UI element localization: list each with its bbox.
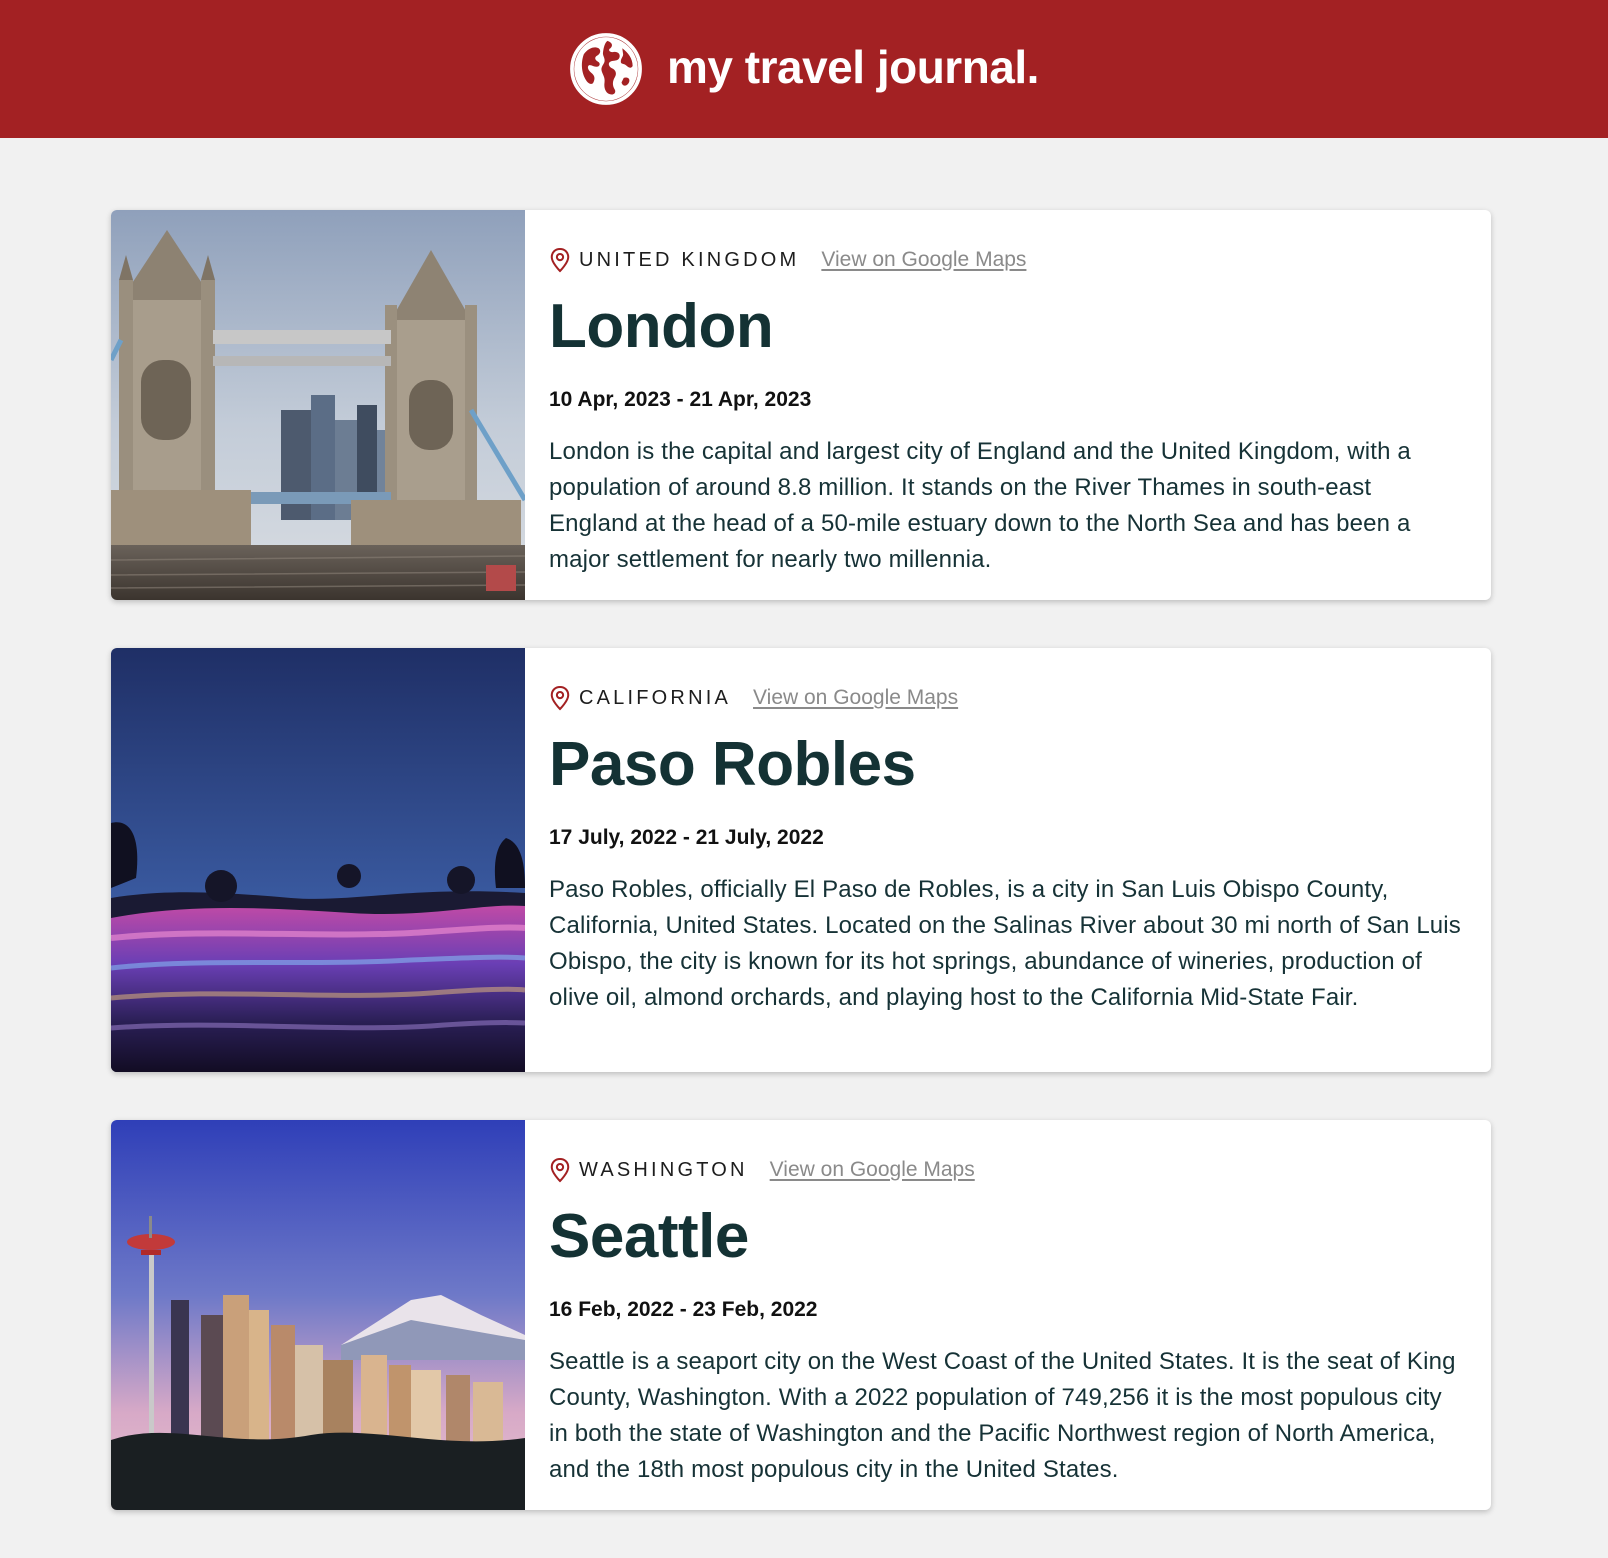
journal-entry-card: CALIFORNIA View on Google Maps Paso Robl…	[111, 648, 1491, 1072]
entry-photo-seattle-skyline	[111, 1120, 525, 1510]
location-pin-icon	[550, 247, 570, 273]
app-header: my travel journal.	[0, 0, 1608, 138]
entry-dates: 16 Feb, 2022 - 23 Feb, 2022	[549, 1298, 818, 1321]
entry-body: UNITED KINGDOM View on Google Maps Londo…	[525, 210, 1491, 600]
journal-entry-card: WASHINGTON View on Google Maps Seattle 1…	[111, 1120, 1491, 1510]
journal-entries: UNITED KINGDOM View on Google Maps Londo…	[0, 138, 1608, 1510]
location-pin-icon	[550, 1157, 570, 1183]
location-pin-icon	[550, 685, 570, 711]
entry-country: UNITED KINGDOM	[579, 248, 800, 271]
entry-country: WASHINGTON	[579, 1158, 748, 1181]
entry-city-title: Paso Robles	[549, 730, 916, 799]
journal-entry-card: UNITED KINGDOM View on Google Maps Londo…	[111, 210, 1491, 600]
entry-city-title: Seattle	[549, 1202, 749, 1271]
entry-dates: 17 July, 2022 - 21 July, 2022	[549, 826, 824, 849]
entry-photo-field-of-light	[111, 648, 525, 1072]
location-row: WASHINGTON View on Google Maps	[549, 1156, 1463, 1184]
entry-body: WASHINGTON View on Google Maps Seattle 1…	[525, 1120, 1491, 1510]
app-title: my travel journal.	[667, 41, 1039, 93]
entry-photo-tower-bridge	[111, 210, 525, 600]
entry-description: Seattle is a seaport city on the West Co…	[549, 1348, 1456, 1483]
location-row: CALIFORNIA View on Google Maps	[549, 684, 1463, 712]
view-on-google-maps-link[interactable]: View on Google Maps	[770, 1158, 975, 1182]
globe-icon	[570, 33, 642, 105]
entry-description: Paso Robles, officially El Paso de Roble…	[549, 876, 1461, 1011]
entry-description: London is the capital and largest city o…	[549, 438, 1411, 573]
location-row: UNITED KINGDOM View on Google Maps	[549, 246, 1463, 274]
entry-country: CALIFORNIA	[579, 686, 732, 709]
view-on-google-maps-link[interactable]: View on Google Maps	[753, 686, 958, 710]
entry-city-title: London	[549, 292, 774, 361]
entry-body: CALIFORNIA View on Google Maps Paso Robl…	[525, 648, 1491, 1072]
view-on-google-maps-link[interactable]: View on Google Maps	[821, 248, 1026, 272]
entry-dates: 10 Apr, 2023 - 21 Apr, 2023	[549, 388, 812, 411]
